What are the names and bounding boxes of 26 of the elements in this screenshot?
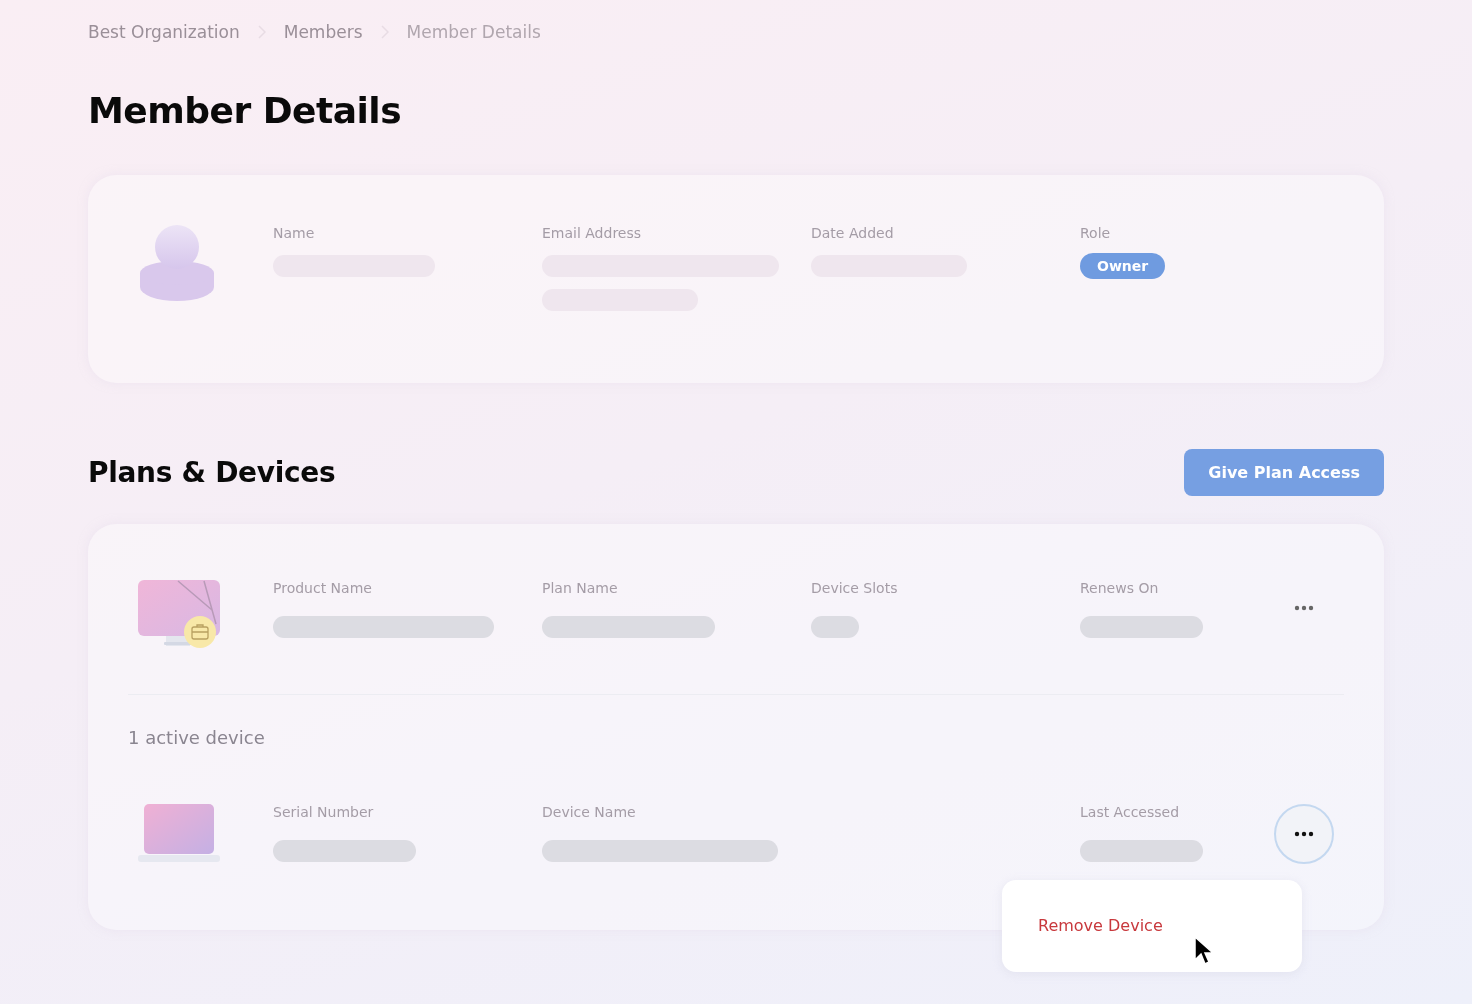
breadcrumb-link[interactable]: Best Organization xyxy=(88,22,240,42)
avatar-icon xyxy=(138,225,216,301)
device-count: 1 active device xyxy=(128,727,266,748)
field-label: Product Name xyxy=(273,580,372,598)
field-label: Device Slots xyxy=(811,580,898,598)
field-label: Renews On xyxy=(1080,580,1159,598)
laptop-icon xyxy=(138,804,222,864)
cursor-icon xyxy=(1194,936,1214,966)
field-label: Role xyxy=(1080,225,1111,243)
more-button[interactable] xyxy=(1274,804,1334,864)
field-label: Date Added xyxy=(811,225,894,243)
section-title: Plans & Devices xyxy=(88,456,336,489)
page-title: Member Details xyxy=(88,90,403,131)
field-label: Device Name xyxy=(542,804,636,822)
field-label: Serial Number xyxy=(273,804,374,822)
field-label: Last Accessed xyxy=(1080,804,1180,822)
field-label: Name xyxy=(273,225,315,243)
breadcrumb-link[interactable]: Members xyxy=(283,22,363,42)
field-label: Email Address xyxy=(542,225,642,243)
field-label: Plan Name xyxy=(542,580,618,598)
ellipsis-icon xyxy=(1294,605,1314,611)
ellipsis-icon xyxy=(1294,831,1314,837)
breadcrumb-link[interactable]: Member Details xyxy=(406,22,541,42)
loading-placeholder xyxy=(811,616,859,638)
role-badge: Owner xyxy=(1080,253,1166,279)
remove-device-menu-item[interactable]: Remove Device xyxy=(1038,916,1163,935)
